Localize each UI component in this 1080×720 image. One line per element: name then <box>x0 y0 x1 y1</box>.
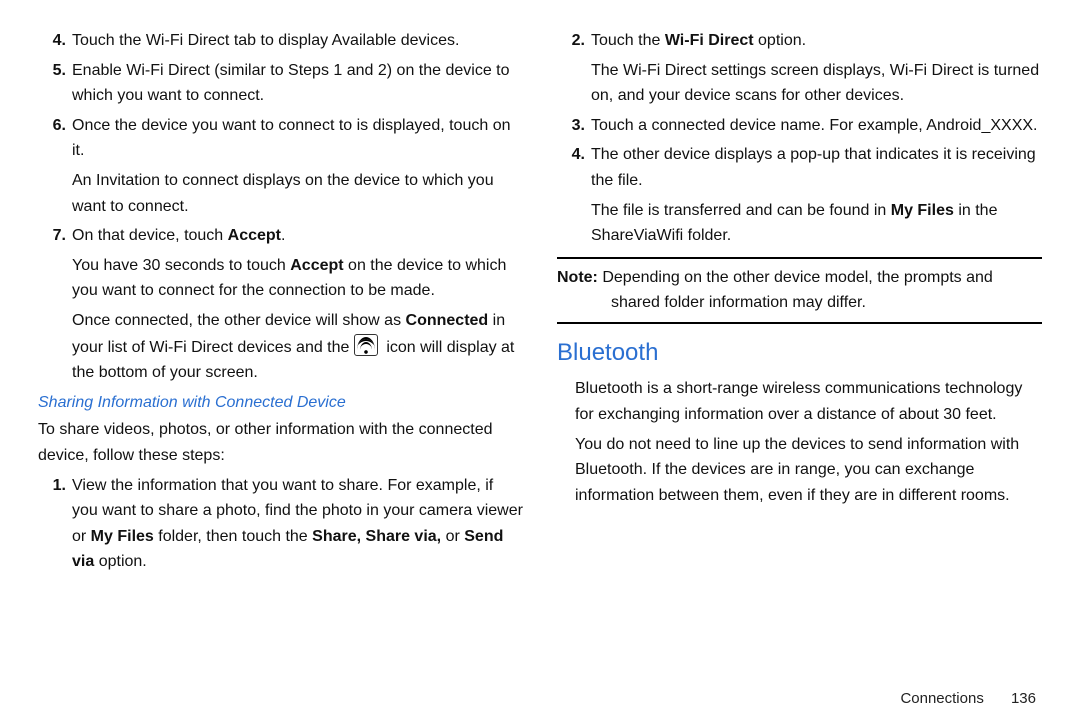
bold-run: Share, Share via, <box>312 528 441 545</box>
item-text: Enable Wi-Fi Direct (similar to Steps 1 … <box>72 58 523 109</box>
note-label: Note: <box>557 269 598 286</box>
text-run: On that device, touch <box>72 227 228 244</box>
item-text: Touch a connected device name. For examp… <box>591 113 1042 139</box>
bold-run: Accept <box>290 257 343 274</box>
item-number: 5. <box>38 58 72 109</box>
item-text: Once the device you want to connect to i… <box>72 113 523 164</box>
text-run: Touch the <box>591 32 665 49</box>
text-run: The file is transferred and can be found… <box>591 202 891 219</box>
item-number: 7. <box>38 223 72 249</box>
page-number: 136 <box>988 690 1036 707</box>
text-run: folder, then touch the <box>154 528 312 545</box>
list-item: 6. Once the device you want to connect t… <box>38 113 523 164</box>
item-text: Touch the Wi-Fi Direct option. <box>591 28 1042 54</box>
footer-section: Connections <box>900 690 983 707</box>
item-text: The other device displays a pop-up that … <box>591 142 1042 193</box>
list-item: 1. View the information that you want to… <box>38 473 523 575</box>
note-content: Note: Depending on the other device mode… <box>611 265 1042 316</box>
bold-run: Accept <box>228 227 281 244</box>
item-number: 4. <box>38 28 72 54</box>
paragraph: To share videos, photos, or other inform… <box>38 417 523 468</box>
item-continuation: You have 30 seconds to touch Accept on t… <box>72 253 523 304</box>
bold-run: Wi-Fi Direct <box>665 32 754 49</box>
left-column: 4. Touch the Wi-Fi Direct tab to display… <box>38 28 523 680</box>
wifi-icon <box>354 334 378 356</box>
paragraph: You do not need to line up the devices t… <box>575 432 1042 509</box>
item-number: 1. <box>38 473 72 575</box>
list-item: 2. Touch the Wi-Fi Direct option. <box>557 28 1042 54</box>
subheading-sharing: Sharing Information with Connected Devic… <box>38 390 523 416</box>
paragraph: Bluetooth is a short-range wireless comm… <box>575 376 1042 427</box>
note-block: Note: Depending on the other device mode… <box>557 257 1042 324</box>
manual-page: 4. Touch the Wi-Fi Direct tab to display… <box>0 0 1080 690</box>
text-run: Once connected, the other device will sh… <box>72 312 406 329</box>
section-heading-bluetooth: Bluetooth <box>557 334 1042 372</box>
right-column: 2. Touch the Wi-Fi Direct option. The Wi… <box>557 28 1042 680</box>
note-body: Depending on the other device model, the… <box>598 269 993 312</box>
bold-run: Connected <box>406 312 489 329</box>
item-continuation: The Wi-Fi Direct settings screen display… <box>591 58 1042 109</box>
item-number: 2. <box>557 28 591 54</box>
list-item: 5. Enable Wi-Fi Direct (similar to Steps… <box>38 58 523 109</box>
item-number: 6. <box>38 113 72 164</box>
list-item: 3. Touch a connected device name. For ex… <box>557 113 1042 139</box>
item-text: On that device, touch Accept. <box>72 223 523 249</box>
item-text: View the information that you want to sh… <box>72 473 523 575</box>
item-continuation: The file is transferred and can be found… <box>591 198 1042 249</box>
list-item: 7. On that device, touch Accept. <box>38 223 523 249</box>
text-run: or <box>441 528 464 545</box>
text-run: option. <box>754 32 806 49</box>
text-run: . <box>281 227 285 244</box>
bold-run: My Files <box>891 202 954 219</box>
page-footer: Connections 136 <box>0 690 1080 715</box>
item-continuation: Once connected, the other device will sh… <box>72 308 523 386</box>
list-item: 4. Touch the Wi-Fi Direct tab to display… <box>38 28 523 54</box>
item-text: Touch the Wi-Fi Direct tab to display Av… <box>72 28 523 54</box>
item-number: 3. <box>557 113 591 139</box>
item-continuation: An Invitation to connect displays on the… <box>72 168 523 219</box>
text-run: option. <box>94 553 146 570</box>
item-number: 4. <box>557 142 591 193</box>
list-item: 4. The other device displays a pop-up th… <box>557 142 1042 193</box>
text-run: You have 30 seconds to touch <box>72 257 290 274</box>
bold-run: My Files <box>91 528 154 545</box>
